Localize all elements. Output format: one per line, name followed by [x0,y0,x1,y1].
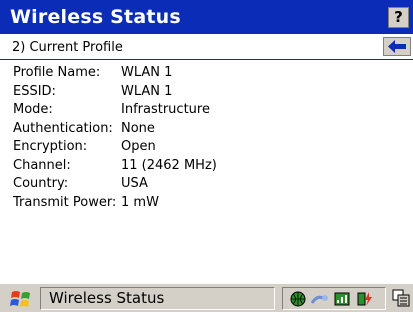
input-panel-icon[interactable] [392,289,410,307]
field-label: ESSID: [13,83,56,99]
system-tray [282,287,386,310]
left-arrow-icon [388,40,406,53]
wireless-signal-icon[interactable] [333,291,351,307]
field-label: Profile Name: [13,65,101,80]
network-globe-icon[interactable] [289,291,307,307]
window-title: Wireless Status [10,6,181,28]
battery-icon[interactable] [355,291,373,307]
field-value: Open [121,139,156,154]
field-label: Channel: [13,157,71,173]
field-value: Infrastructure [121,102,210,117]
windows-flag-icon[interactable] [10,288,32,310]
taskbar: Wireless Status [0,283,413,312]
profile-section-label: 2) Current Profile [12,40,123,55]
field-value: 1 mW [121,194,159,210]
field-value: WLAN 1 [121,83,173,99]
field-label: Transmit Power: [13,194,117,210]
connection-icon[interactable] [311,291,329,307]
profile-header: 2) Current Profile [0,34,413,60]
field-label: Mode: [13,102,53,117]
back-button[interactable] [383,37,411,56]
help-button[interactable]: ? [388,7,409,28]
field-value: 11 (2462 MHz) [121,157,217,173]
title-bar: Wireless Status ? [0,0,413,34]
field-label: Authentication: [13,120,113,136]
field-label: Encryption: [13,139,88,154]
field-label: Country: [13,176,69,191]
active-task-button[interactable]: Wireless Status [40,287,275,310]
field-value: None [121,120,155,136]
field-value: WLAN 1 [121,65,173,80]
field-value: USA [121,176,148,191]
